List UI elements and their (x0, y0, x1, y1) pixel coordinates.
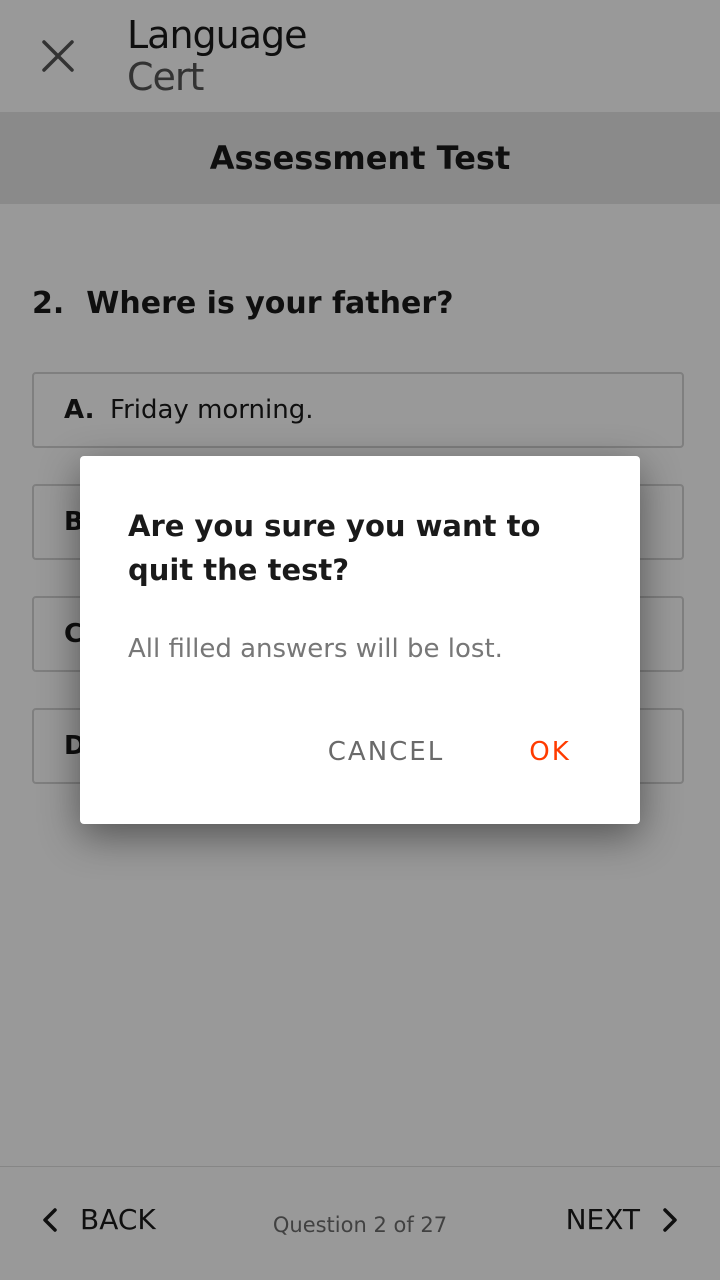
cancel-button[interactable]: CANCEL (316, 730, 456, 774)
app-screen: Language Cert Assessment Test 2. Where is… (0, 0, 720, 1280)
quit-confirmation-dialog: Are you sure you want to quit the test? … (80, 456, 640, 824)
ok-button[interactable]: OK (510, 730, 590, 774)
dialog-title: Are you sure you want to quit the test? (128, 509, 541, 587)
dialog-message: All filled answers will be lost. (128, 634, 503, 664)
